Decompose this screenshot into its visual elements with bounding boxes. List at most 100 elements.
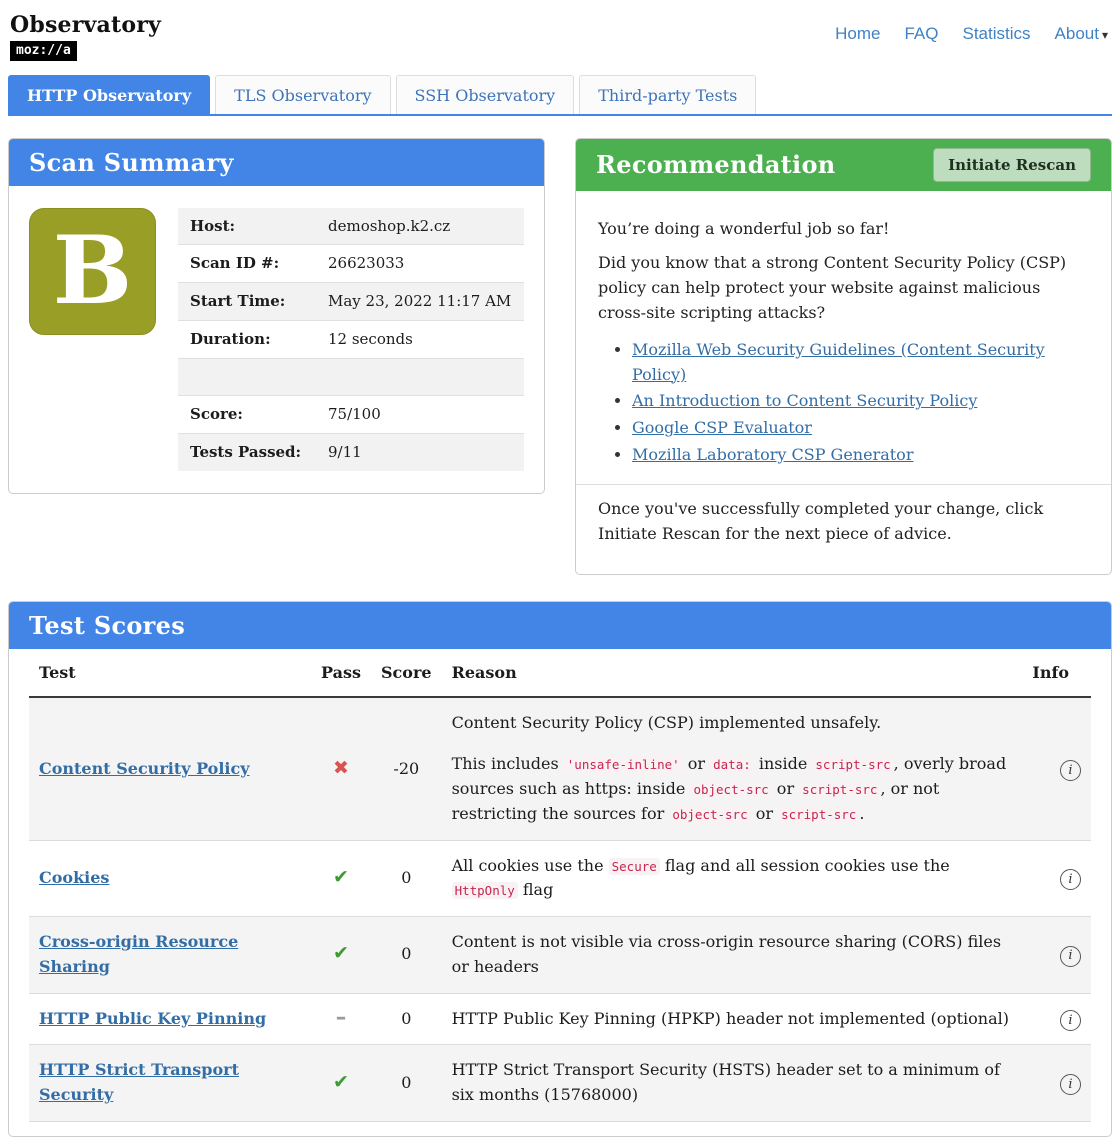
pass-cell: ✔ (311, 1044, 371, 1123)
summary-row: Host: demoshop.k2.cz (178, 207, 524, 245)
score-value: 0 (371, 1044, 442, 1123)
dash-icon: – (335, 1004, 347, 1029)
code-token: script-src (799, 780, 881, 798)
code-token: Secure (608, 857, 660, 875)
test-cell: HTTP Public Key Pinning (29, 993, 311, 1046)
tab-tls-observatory[interactable]: TLS Observatory (215, 74, 391, 114)
nav-faq[interactable]: FAQ (904, 24, 938, 44)
summary-label: Start Time: (178, 282, 316, 321)
info-cell: i (1019, 916, 1091, 994)
pass-cell: – (311, 993, 371, 1046)
summary-value: 9/11 (316, 433, 524, 471)
info-icon[interactable]: i (1060, 946, 1081, 968)
summary-row (178, 357, 524, 396)
info-cell: i (1019, 697, 1091, 841)
check-icon: ✔ (333, 1070, 349, 1093)
test-scores-table: Test Pass Score Reason Info Content Security… (29, 649, 1091, 1123)
summary-row: Scan ID #: 26623033 (178, 244, 524, 283)
test-row: Cross-origin Resource Sharing ✔ 0 Content i… (29, 916, 1091, 994)
tab-ssh-observatory[interactable]: SSH Observatory (395, 74, 575, 114)
test-cell: Cookies (29, 840, 311, 918)
pass-cell: ✖ (311, 697, 371, 841)
reason-text: All cookies use the Secure flag and all … (441, 840, 1019, 918)
brand: Observatory moz://a (10, 12, 161, 61)
summary-label: Score: (178, 395, 316, 434)
score-value: 0 (371, 840, 442, 918)
summary-value: May 23, 2022 11:17 AM (316, 282, 524, 321)
recommendation-outro: Once you've successfully completed your … (598, 498, 1044, 543)
mozilla-logo[interactable]: moz://a (10, 41, 77, 61)
summary-value: 75/100 (316, 395, 524, 434)
recommendation-link-mozilla-web-security-guidelines-content-security-policy[interactable]: Mozilla Web Security Guidelines (Content… (632, 340, 1045, 384)
recommendation-link-an-introduction-to-content-security-policy[interactable]: An Introduction to Content Security Poli… (632, 391, 977, 410)
check-icon: ✔ (333, 942, 349, 965)
test-scores-title: Test Scores (29, 611, 186, 641)
reason-text: Content is not visible via cross-origin … (441, 916, 1019, 994)
score-value: 0 (371, 916, 442, 994)
initiate-rescan-button[interactable]: Initiate Rescan (933, 147, 1091, 182)
recommendation-panel: Recommendation Initiate Rescan You’re do… (575, 137, 1112, 576)
nav-home[interactable]: Home (835, 24, 880, 44)
column-header-score: Score (371, 649, 442, 699)
recommendation-link-google-csp-evaluator[interactable]: Google CSP Evaluator (632, 418, 812, 437)
code-token: HttpOnly (451, 882, 518, 900)
column-header-reason: Reason (441, 649, 1019, 699)
reason-text: Content Security Policy (CSP) implemente… (441, 697, 1019, 841)
app-title: Observatory (10, 12, 161, 38)
recommendation-title: Recommendation (596, 150, 836, 180)
test-link-content-security-policy[interactable]: Content Security Policy (39, 759, 250, 778)
recommendation-link-mozilla-laboratory-csp-generator[interactable]: Mozilla Laboratory CSP Generator (632, 445, 913, 464)
recommendation-header: Recommendation Initiate Rescan (576, 138, 1111, 191)
caret-down-icon: ▾ (1101, 28, 1108, 42)
info-icon[interactable]: i (1060, 760, 1081, 782)
tab-third-party-tests[interactable]: Third-party Tests (579, 74, 757, 114)
scan-summary-title: Scan Summary (29, 147, 234, 177)
recommendation-link-item: An Introduction to Content Security Poli… (632, 389, 1089, 414)
nav-about[interactable]: About ▾ (1055, 24, 1108, 44)
score-value: 0 (371, 993, 442, 1046)
info-icon[interactable]: i (1060, 869, 1081, 891)
column-header-test: Test (29, 649, 311, 699)
recommendation-link-item: Google CSP Evaluator (632, 416, 1089, 441)
summary-label (178, 357, 316, 396)
recommendation-question: Did you know that a strong Content Secur… (598, 253, 1067, 322)
summary-value: 26623033 (316, 244, 524, 283)
test-link-cookies[interactable]: Cookies (39, 868, 109, 887)
test-link-cross-origin-resource-sharing[interactable]: Cross-origin Resource Sharing (39, 932, 238, 976)
panels-row: Scan Summary B Host: demoshop.k2.cz Scan I… (8, 137, 1112, 576)
summary-label: Host: (190, 216, 236, 235)
recommendation-link-item: Mozilla Web Security Guidelines (Content… (632, 338, 1089, 388)
test-row: Content Security Policy ✖ -20 Content Secur… (29, 697, 1091, 841)
score-value: -20 (371, 697, 442, 841)
summary-label: Duration: (178, 319, 316, 359)
code-token: script-src (812, 756, 894, 774)
test-scores-header: Test Scores (9, 602, 1111, 650)
code-token: object-src (690, 780, 772, 798)
page: Observatory moz://a Home FAQ Statistics Abo… (0, 0, 1120, 1145)
test-link-http-public-key-pinning[interactable]: HTTP Public Key Pinning (39, 1009, 266, 1028)
info-icon[interactable]: i (1060, 1010, 1081, 1032)
reason-text: HTTP Public Key Pinning (HPKP) header no… (441, 993, 1019, 1046)
check-icon: ✔ (333, 865, 349, 888)
recommendation-links: Mozilla Web Security Guidelines (Content… (632, 338, 1089, 468)
recommendation-link-item: Mozilla Laboratory CSP Generator (632, 443, 1089, 468)
test-link-http-strict-transport-security[interactable]: HTTP Strict Transport Security (39, 1060, 239, 1104)
tab-http-observatory[interactable]: HTTP Observatory (8, 74, 211, 114)
info-cell: i (1019, 1044, 1091, 1123)
code-token: data: (710, 756, 754, 774)
test-row: Cookies ✔ 0 All cookies use the Secure flag… (29, 840, 1091, 918)
test-row: HTTP Public Key Pinning –0 HTTP Public Key… (29, 993, 1091, 1046)
test-scores-panel: Test Scores Test Pass Score Reason Info Cont… (8, 601, 1112, 1138)
nav-statistics[interactable]: Statistics (963, 24, 1031, 44)
code-token: script-src (778, 805, 860, 823)
test-cell: HTTP Strict Transport Security (29, 1044, 311, 1123)
summary-value (316, 357, 524, 396)
column-header-info: Info (1019, 649, 1091, 699)
pass-cell: ✔ (311, 840, 371, 918)
summary-row: Start Time: May 23, 2022 11:17 AM (178, 282, 524, 321)
scan-summary-header: Scan Summary (9, 138, 544, 186)
info-icon[interactable]: i (1060, 1074, 1081, 1096)
summary-label: Scan ID #: (178, 244, 316, 283)
x-icon: ✖ (333, 756, 349, 779)
test-cell: Content Security Policy (29, 697, 311, 841)
